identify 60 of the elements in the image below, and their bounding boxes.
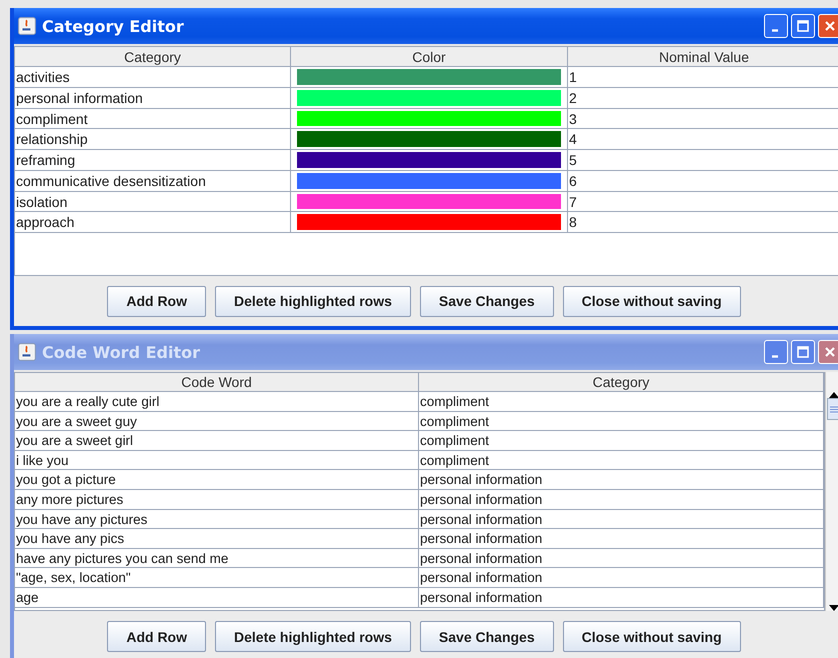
- table-cell: you are a really cute girl: [15, 392, 419, 412]
- table-cell: compliment: [15, 108, 291, 130]
- table-cell: personal information: [419, 548, 824, 568]
- table-cell: communicative desensitization: [15, 170, 291, 192]
- column-header[interactable]: Category: [15, 47, 291, 67]
- action-button[interactable]: Delete highlighted rows: [215, 286, 411, 316]
- table-cell: isolation: [15, 192, 291, 212]
- table-cell: 5: [568, 150, 838, 171]
- table-cell: personal information: [419, 490, 824, 510]
- table-cell: you have any pics: [15, 529, 419, 549]
- table-cell: activities: [15, 67, 291, 88]
- table-cell: you have any pictures: [15, 510, 419, 530]
- table-cell: approach: [15, 212, 291, 233]
- close-icon: [824, 346, 836, 358]
- table-cell: you are a sweet guy: [15, 412, 419, 432]
- minimize-button[interactable]: [764, 14, 788, 38]
- column-header[interactable]: Nominal Value: [568, 47, 838, 67]
- table-cell: personal information: [419, 470, 824, 490]
- maximize-icon: [797, 346, 809, 358]
- table-cell: have any pictures you can send me: [15, 548, 419, 568]
- table-cell: compliment: [419, 412, 824, 432]
- table-cell: any more pictures: [15, 490, 419, 510]
- table-cell: age: [15, 588, 419, 608]
- table-cell: personal information: [419, 568, 824, 588]
- column-header[interactable]: Category: [419, 373, 824, 392]
- table-cell: 8: [568, 212, 838, 233]
- column-header[interactable]: Code Word: [15, 373, 419, 392]
- table-cell: compliment: [419, 392, 824, 412]
- table-cell: i like you: [15, 450, 419, 470]
- action-button[interactable]: Add Row: [107, 286, 206, 316]
- table-cell: personal information: [419, 529, 824, 549]
- table-cell: 2: [568, 88, 838, 108]
- scroll-down-icon[interactable]: [829, 605, 838, 611]
- scroll-thumb[interactable]: [827, 398, 838, 420]
- maximize-icon: [797, 20, 809, 32]
- table-cell: you are a sweet girl: [15, 431, 419, 451]
- close-icon: [824, 20, 836, 32]
- action-button[interactable]: Save Changes: [420, 286, 554, 316]
- table-cell: relationship: [15, 129, 291, 150]
- maximize-button[interactable]: [791, 14, 815, 38]
- action-button[interactable]: Close without saving: [562, 286, 741, 316]
- minimize-icon: [772, 28, 778, 32]
- table-cell: "age, sex, location": [15, 568, 419, 588]
- table-cell: personal information: [15, 88, 291, 108]
- table-cell: personal information: [419, 510, 824, 530]
- table-cell: 7: [568, 192, 838, 212]
- window-title: Code Word Editor: [42, 342, 200, 362]
- column-header[interactable]: Color: [291, 47, 568, 67]
- table-cell: compliment: [419, 431, 824, 451]
- table-cell: reframing: [15, 150, 291, 171]
- table-cell: 6: [568, 170, 838, 192]
- table-cell: compliment: [419, 450, 824, 470]
- window-title: Category Editor: [42, 16, 184, 36]
- table-cell: you got a picture: [15, 470, 419, 490]
- table-cell: 3: [568, 108, 838, 130]
- table-cell: 4: [568, 129, 838, 150]
- table-cell: personal information: [419, 588, 824, 608]
- close-button[interactable]: [818, 14, 838, 38]
- minimize-icon: [772, 354, 778, 358]
- table-cell: 1: [568, 67, 838, 88]
